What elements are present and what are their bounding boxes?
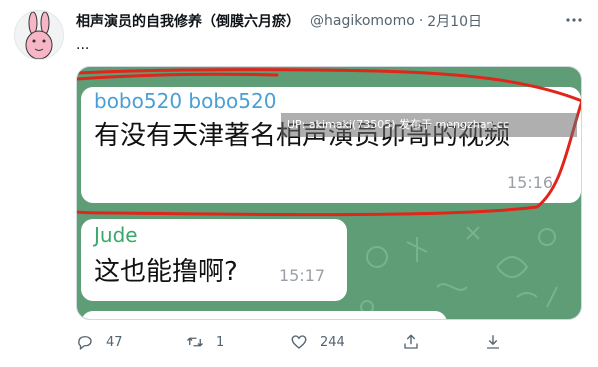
like-count: 244 [320,334,345,350]
tweet[interactable]: 相声演员的自我修养（倒膜六月瘀） @hagikomomo · 2月10日 ... [0,0,598,367]
retweet-button[interactable]: 1 [186,333,224,351]
rabbit-avatar-icon [25,11,53,59]
more-button[interactable] [564,10,584,30]
reply-count: 47 [106,334,123,350]
retweet-count: 1 [216,334,225,350]
tweet-text: ... [76,37,90,53]
reply-icon [78,336,92,351]
tweet-image[interactable]: bobo520 bobo520 有没有天津著名相声演员卯哥的视频 15:16 J… [76,66,582,320]
tweet-actions: 47 1 244 [76,330,506,354]
tweet-header: 相声演员的自我修养（倒膜六月瘀） @hagikomomo · 2月10日 [76,10,482,32]
user-handle[interactable]: @hagikomomo [310,13,415,29]
display-name[interactable]: 相声演员的自我修养（倒膜六月瘀） [76,11,300,31]
watermark: UP: akimaki(73505) 发布于 mengzhan.cc [281,113,577,137]
avatar[interactable] [14,10,64,60]
share-button[interactable] [402,333,420,351]
more-icon [566,18,582,22]
download-button[interactable] [484,333,502,351]
tweet-date[interactable]: 2月10日 [427,11,482,31]
separator: · [418,13,424,29]
like-button[interactable]: 244 [290,333,345,351]
red-annotation-scribble [77,68,581,217]
retweet-icon [187,337,203,347]
download-icon [487,335,499,349]
heart-icon [291,335,307,349]
reply-button[interactable]: 47 [76,333,123,351]
share-icon [404,334,418,349]
